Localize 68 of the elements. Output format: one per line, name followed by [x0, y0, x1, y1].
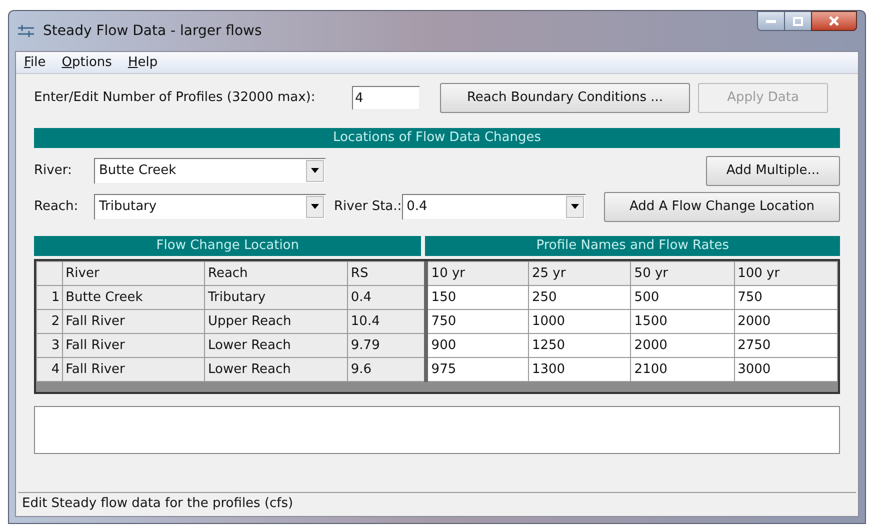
row-number: 3: [36, 334, 62, 358]
profiles-input[interactable]: 4: [352, 86, 420, 110]
table-cell: Fall River: [62, 358, 204, 382]
table-cell[interactable]: 150: [426, 286, 528, 310]
table-cell: Fall River: [62, 334, 204, 358]
table-cell[interactable]: 1500: [630, 310, 734, 334]
column-header: 50 yr: [630, 262, 734, 286]
row-number: 1: [36, 286, 62, 310]
column-header: 10 yr: [426, 262, 528, 286]
profiles-label: Enter/Edit Number of Profiles (32000 max):: [34, 89, 316, 108]
column-header: Reach: [204, 262, 348, 286]
column-header: RS: [347, 262, 426, 286]
minimize-button[interactable]: [757, 11, 785, 31]
reach-label: Reach:: [34, 198, 80, 216]
section-header: Locations of Flow Data Changes: [34, 128, 840, 148]
caret-icon: [311, 204, 319, 210]
table-cell[interactable]: 1250: [528, 334, 631, 358]
row-number: 4: [36, 358, 62, 382]
menu-item[interactable]: File: [24, 52, 46, 72]
menu-item[interactable]: Options: [62, 52, 112, 72]
table-cell: 0.4: [347, 286, 426, 310]
table-cell: Lower Reach: [204, 334, 348, 358]
river-station-label: River Sta.:: [334, 198, 402, 216]
button[interactable]: Add Multiple...: [706, 156, 840, 186]
dropdown[interactable]: Tributary: [94, 194, 326, 220]
table-cell[interactable]: 750: [734, 286, 838, 310]
status-text: Edit Steady flow data for the profiles (cfs): [22, 494, 294, 513]
close-icon: [829, 16, 839, 26]
table-cell[interactable]: 900: [426, 334, 528, 358]
table-cell[interactable]: 2000: [734, 310, 838, 334]
column-header: 100 yr: [734, 262, 838, 286]
table-cell: Lower Reach: [204, 358, 348, 382]
table-cell[interactable]: 1000: [528, 310, 631, 334]
table-cell[interactable]: 750: [426, 310, 528, 334]
caret-icon: [570, 204, 579, 210]
river-label: River:: [34, 162, 73, 180]
table-cell: Butte Creek: [62, 286, 204, 310]
table-cell[interactable]: 500: [630, 286, 734, 310]
close-button[interactable]: [811, 11, 857, 31]
table-cell[interactable]: 2000: [630, 334, 734, 358]
table-cell: 10.4: [347, 310, 426, 334]
maximize-button[interactable]: [785, 11, 811, 31]
table-cell: Upper Reach: [204, 310, 348, 334]
table-cell: Fall River: [62, 310, 204, 334]
table-cell[interactable]: 1300: [528, 358, 631, 382]
group-header: Profile Names and Flow Rates: [425, 236, 840, 256]
group-header: Flow Change Location: [34, 236, 422, 256]
menu-item[interactable]: Help: [128, 52, 158, 72]
table-cell: Tributary: [204, 286, 348, 310]
button[interactable]: Add A Flow Change Location: [604, 192, 840, 222]
minimize-icon: [766, 20, 776, 22]
row-number: 2: [36, 310, 62, 334]
window-title: Steady Flow Data - larger flows: [43, 22, 262, 40]
dropdown[interactable]: Butte Creek: [94, 158, 326, 184]
table-cell[interactable]: 2750: [734, 334, 838, 358]
app-icon: [17, 24, 35, 38]
table-cell[interactable]: 3000: [734, 358, 838, 382]
table-cell[interactable]: 250: [528, 286, 631, 310]
table-cell: 9.6: [347, 358, 426, 382]
column-header: 25 yr: [528, 262, 631, 286]
column-header: River: [62, 262, 204, 286]
caret-icon: [311, 168, 319, 174]
dropdown[interactable]: 0.4: [402, 194, 586, 220]
maximize-icon: [793, 16, 803, 26]
table-cell[interactable]: 975: [426, 358, 528, 382]
table-cell[interactable]: 2100: [630, 358, 734, 382]
button[interactable]: Reach Boundary Conditions ...: [440, 83, 690, 113]
table-cell: 9.79: [347, 334, 426, 358]
